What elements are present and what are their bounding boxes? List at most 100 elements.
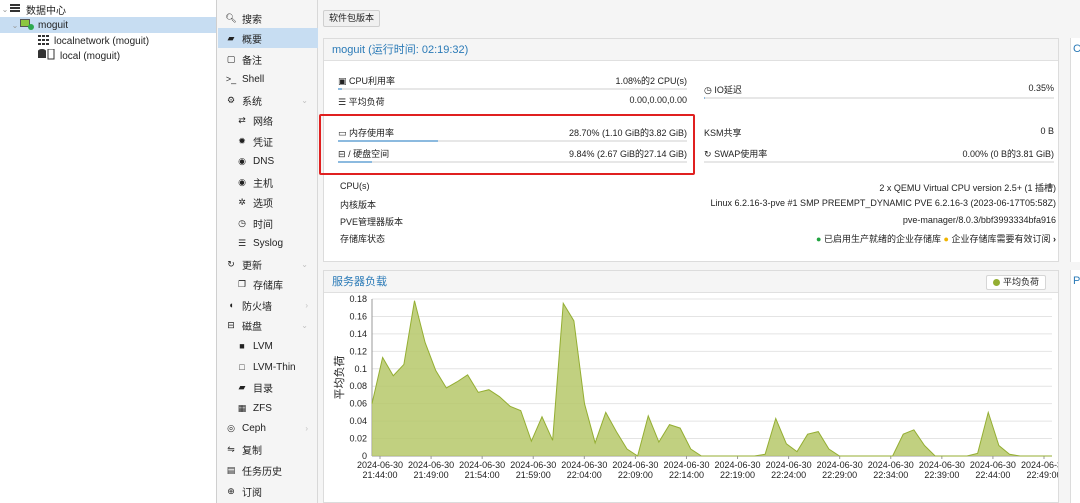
info-value: 2 x QEMU Virtual CPU version 2.5+ (1 插槽) (879, 183, 1056, 193)
x-tick-label: 2024-06-30 (766, 460, 812, 470)
nav-zfs[interactable]: ▦ ZFS (218, 398, 318, 418)
info-value: Linux 6.2.16-3-pve #1 SMP PREEMPT_DYNAMI… (710, 198, 1057, 208)
nav-network[interactable]: ⇄ 网络 (218, 110, 318, 130)
nav-updates[interactable]: ↻ 更新 ⌄ (218, 254, 318, 274)
list-alt-icon: ▤ (226, 464, 236, 475)
x-tick-label: 21:44:00 (362, 470, 397, 480)
y-tick-label: 0.02 (349, 434, 367, 444)
io-label: IO延迟 (714, 85, 742, 95)
x-tick-label: 22:49:00 (1026, 470, 1058, 480)
nav-replication[interactable]: ⇋ 复制 (218, 439, 318, 459)
tree-datacenter[interactable]: ⌄ 数据中心 (0, 1, 216, 17)
chart-legend[interactable]: 平均负荷 (985, 275, 1046, 290)
nav-label: DNS (253, 155, 275, 167)
package-versions-button[interactable]: 软件包版本 (323, 10, 381, 27)
nav-time[interactable]: ◷ 时间 (218, 213, 318, 233)
nav-label: 凭证 (253, 137, 273, 149)
tree-node-moguit[interactable]: ⌄ moguit (0, 17, 216, 33)
collapse-icon[interactable]: ⌄ (0, 5, 10, 14)
nav-label: 防火墙 (242, 301, 272, 313)
nav-notes[interactable]: ▢ 备注 (218, 49, 318, 69)
x-tick-label: 2024-06-30 (510, 460, 556, 470)
nav-label: 时间 (253, 219, 273, 231)
nav-label: Syslog (253, 237, 284, 249)
book-icon: ▰ (227, 32, 235, 43)
collapse-icon[interactable]: ⌄ (10, 21, 20, 30)
nav-system[interactable]: ⚙ 系统 ⌄ (218, 90, 318, 110)
globe-icon: ◉ (238, 155, 246, 166)
nav-syslog[interactable]: ☰ Syslog (218, 233, 318, 253)
status-panel-title: moguit (运行时间: 02:19:32) (324, 39, 1058, 61)
io-value: 0.35% (1028, 83, 1054, 93)
nav-disks[interactable]: ⊟ 磁盘 ⌄ (218, 315, 318, 335)
tree-item-label: localnetwork (moguit) (54, 35, 150, 47)
cpu-value: 1.08%的2 CPU(s) (615, 76, 687, 86)
nav-label: 搜索 (242, 14, 262, 26)
x-tick-label: 2024-06-30 (868, 460, 914, 470)
info-key: 内核版本 (340, 200, 377, 210)
y-tick-label: 0.12 (349, 346, 367, 356)
nav-lvm[interactable]: ■ LVM (218, 336, 318, 356)
swap-label: SWAP使用率 (714, 149, 768, 159)
tree-item-localnetwork[interactable]: localnetwork (moguit) (0, 33, 216, 49)
square-outline-icon: □ (239, 362, 245, 372)
y-axis-label: 平均负荷 (332, 356, 346, 400)
x-tick-label: 2024-06-30 (561, 460, 607, 470)
x-tick-label: 2024-06-30 (919, 460, 965, 470)
x-tick-label: 2024-06-30 (715, 460, 761, 470)
nav-options[interactable]: ✲ 选项 (218, 192, 318, 212)
th-large-icon: ▦ (237, 402, 247, 413)
gear-icon: ✲ (238, 196, 246, 207)
legend-dot-icon (992, 279, 1000, 286)
y-tick-label: 0.06 (349, 399, 367, 409)
nav-certificates[interactable]: ✹ 凭证 (218, 131, 318, 151)
x-tick-label: 21:59:00 (516, 470, 551, 480)
nav-summary[interactable]: ▰ 概要 (218, 28, 318, 48)
info-value: pve-manager/8.0.3/bbf3993334bfa916 (902, 215, 1056, 225)
storage-icon (38, 48, 56, 63)
exchange-icon: ⇄ (238, 114, 246, 125)
nav-task-history[interactable]: ▤ 任务历史 (218, 460, 318, 480)
nav-label: 目录 (253, 383, 273, 395)
tree-datacenter-label: 数据中心 (26, 5, 66, 17)
nav-ceph[interactable]: ◎ Ceph › (218, 418, 318, 438)
nav-dns[interactable]: ◉ DNS (218, 151, 318, 171)
nav-label: LVM (253, 340, 273, 352)
swap-usage: ↻ SWAP使用率 0.00% (0 B的3.81 GiB) (704, 147, 1054, 161)
nav-label: 复制 (242, 445, 262, 457)
retweet-icon: ⇋ (227, 443, 235, 454)
nav-firewall[interactable]: ◖ 防火墙 › (218, 295, 318, 315)
nav-lvm-thin[interactable]: □ LVM-Thin (218, 357, 318, 377)
info-repo-status: 存储库状态 ● 已启用生产就绪的企业存储库 ● 企业存储库需要有效订阅 › (340, 232, 1056, 246)
warning-icon: ● (943, 234, 949, 244)
certificate-icon: ✹ (238, 135, 246, 146)
cpu-icon: ▣ (338, 76, 347, 86)
y-tick-label: 0.18 (349, 294, 367, 304)
hdd-icon: ⊟ (227, 319, 235, 330)
node-online-icon (20, 18, 34, 33)
tree-item-local[interactable]: local (moguit) (0, 48, 216, 64)
nav-shell[interactable]: >_ Shell (218, 69, 318, 89)
x-tick-label: 22:29:00 (822, 470, 857, 480)
clock-icon: ◷ (238, 217, 246, 228)
swap-bar (704, 161, 1054, 163)
x-tick-label: 22:14:00 (669, 470, 704, 480)
load-value: 0.00,0.00,0.00 (629, 95, 687, 105)
nav-label: ZFS (253, 402, 272, 414)
nav-hosts[interactable]: ◉ 主机 (218, 172, 318, 192)
right-panel-title: P (1073, 275, 1080, 287)
x-tick-label: 2024-06-30 (612, 460, 658, 470)
check-circle-icon: ● (816, 234, 822, 244)
nav-search[interactable]: 🔍︎ 搜索 (218, 8, 318, 28)
load-icon: ☰ (338, 97, 347, 107)
x-tick-label: 22:24:00 (771, 470, 806, 480)
repo-status-value[interactable]: ● 已启用生产就绪的企业存储库 ● 企业存储库需要有效订阅 › (816, 232, 1056, 245)
y-tick-label: 0.08 (349, 381, 367, 391)
ksm-sharing: KSM共享 0 B (704, 126, 1054, 140)
nav-repositories[interactable]: ❐ 存储库 (218, 274, 318, 294)
nav-subscription[interactable]: ⊕ 订阅 (218, 481, 318, 501)
ksm-value: 0 B (1040, 126, 1054, 136)
nav-directory[interactable]: ▰ 目录 (218, 377, 318, 397)
chevron-down-icon: ⌄ (301, 320, 308, 330)
nav-label: 选项 (253, 198, 273, 210)
